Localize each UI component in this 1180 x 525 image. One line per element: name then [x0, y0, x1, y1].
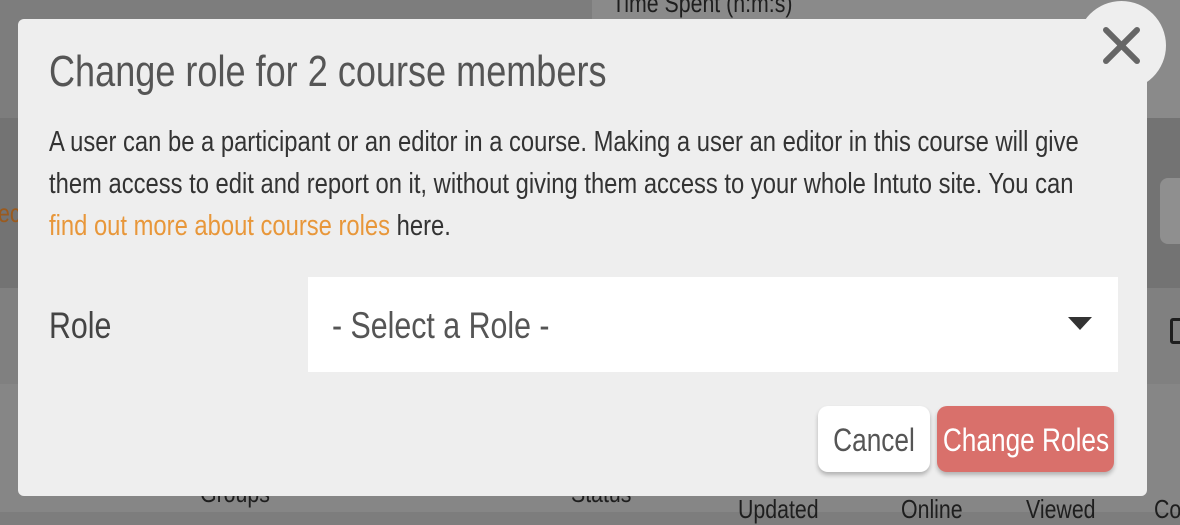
description-text: A user can be a participant or an editor…	[49, 126, 1079, 200]
chevron-down-icon	[1068, 317, 1092, 330]
change-roles-button[interactable]: Change Roles	[937, 406, 1114, 472]
description-text-end: here.	[390, 210, 451, 242]
bg-col-online: Online	[901, 494, 963, 524]
role-label: Role	[49, 305, 112, 346]
cancel-button[interactable]: Cancel	[818, 406, 930, 472]
bg-col-updated: Updated	[738, 494, 819, 524]
bg-col-partial: Co	[1154, 494, 1180, 524]
change-roles-button-label: Change Roles	[942, 422, 1109, 458]
change-role-dialog: Change role for 2 course members A user …	[18, 19, 1147, 496]
bg-input-field	[1160, 178, 1180, 244]
dialog-description: A user can be a participant or an editor…	[49, 121, 1097, 247]
course-roles-link[interactable]: find out more about course roles	[49, 210, 390, 242]
role-select-value: - Select a Role -	[332, 305, 550, 346]
bg-col-viewed: Viewed	[1026, 494, 1096, 524]
role-select[interactable]: - Select a Role -	[308, 277, 1118, 372]
dialog-title: Change role for 2 course members	[49, 47, 607, 96]
cancel-button-label: Cancel	[833, 422, 915, 458]
close-dialog-button[interactable]	[1077, 1, 1166, 90]
calendar-icon	[1170, 318, 1180, 344]
bg-time-spent-label: Time Spent (h:m:s)	[612, 0, 793, 18]
close-icon	[1103, 27, 1140, 64]
